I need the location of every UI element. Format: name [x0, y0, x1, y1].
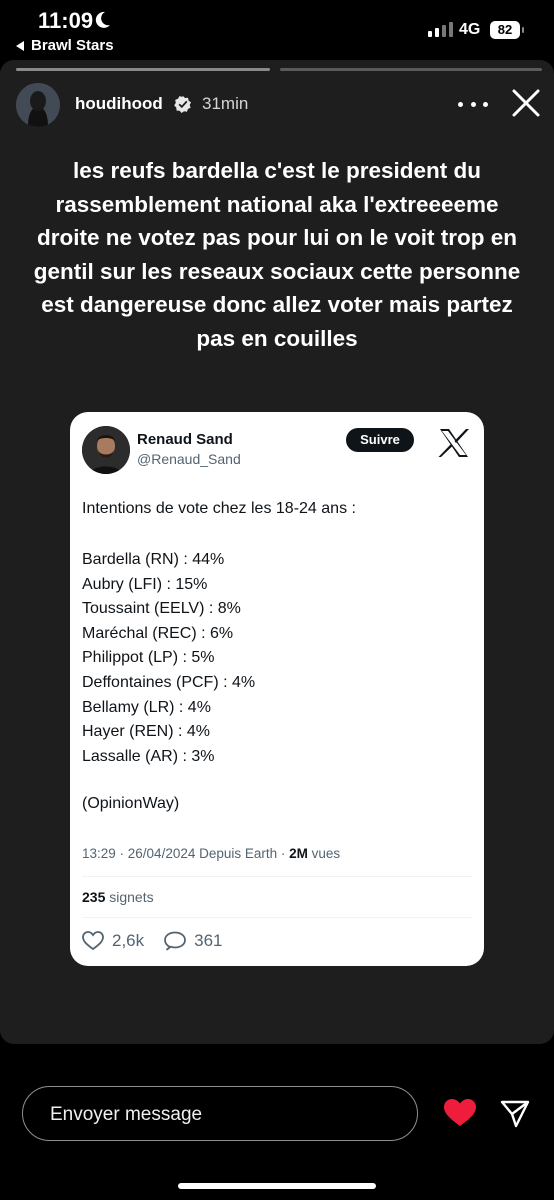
back-app-label: Brawl Stars	[31, 37, 114, 54]
story-username[interactable]: houdihood	[75, 94, 163, 114]
dot	[470, 101, 476, 107]
poll-result-item: Bardella (RN) : 44%	[82, 551, 225, 568]
divider	[82, 876, 472, 877]
message-input[interactable]: Envoyer message	[22, 1086, 418, 1141]
status-bar: 11:09 Brawl Stars 4G 82	[0, 0, 554, 60]
tweet-bookmarks: 235 signets	[82, 889, 154, 905]
bookmarks-count: 235	[82, 889, 106, 905]
tweet-card[interactable]: Renaud Sand @Renaud_Sand Suivre Intentio…	[70, 412, 484, 966]
like-stat: 2,6k	[82, 931, 144, 951]
tweet-meta: 13:29 · 26/04/2024 Depuis Earth · 2M vue…	[82, 846, 340, 861]
moon-icon	[94, 10, 112, 35]
send-button[interactable]	[500, 1100, 530, 1133]
tweet-date: 13:29 · 26/04/2024 Depuis Earth ·	[82, 846, 290, 861]
dot	[483, 101, 488, 107]
replies-count: 361	[194, 931, 223, 950]
tweet-author-name: Renaud Sand	[137, 431, 233, 448]
battery-icon: 82	[490, 21, 524, 39]
poll-result-item: Bellamy (LR) : 4%	[82, 698, 211, 716]
reply-bubble-icon	[164, 931, 187, 951]
close-icon	[512, 89, 540, 117]
heart-outline-icon	[82, 931, 104, 951]
tweet-author-handle: @Renaud_Sand	[137, 451, 241, 467]
story-author-avatar[interactable]	[16, 83, 60, 127]
like-story-button[interactable]	[443, 1098, 477, 1133]
clock: 11:09	[38, 8, 94, 33]
x-logo-icon	[438, 428, 470, 463]
home-indicator[interactable]	[178, 1183, 376, 1189]
poll-result-item: Lassalle (AR) : 3%	[82, 747, 215, 765]
bookmarks-label: signets	[105, 889, 154, 905]
tweet-actions: 2,6k 361	[82, 931, 223, 951]
likes-count: 2,6k	[112, 931, 145, 950]
story-progress-segment	[16, 68, 270, 71]
close-button[interactable]	[511, 88, 541, 123]
reply-stat: 361	[164, 931, 223, 951]
tweet-intro: Intentions de vote chez les 18-24 ans :	[82, 500, 356, 517]
story-timestamp: 31min	[202, 94, 249, 113]
heart-icon	[444, 1099, 476, 1126]
signal-icon	[428, 22, 453, 37]
story-progress-segment	[280, 68, 542, 71]
back-triangle-icon	[16, 40, 24, 51]
poll-result-item: Maréchal (REC) : 6%	[82, 624, 234, 642]
poll-result-item: Hayer (REN) : 4%	[82, 723, 211, 741]
send-icon	[500, 1100, 530, 1128]
poll-results-list: Bardella (RN) : 44% Aubry (LFI) : 15% To…	[82, 548, 255, 769]
more-options-button[interactable]	[458, 94, 488, 114]
verified-icon	[174, 95, 192, 118]
poll-result-item: Aubry (LFI) : 15%	[82, 575, 208, 593]
follow-button: Suivre	[346, 428, 414, 452]
dot	[458, 101, 463, 107]
poll-result-item: Philippot (LP) : 5%	[82, 649, 215, 667]
poll-result-item: Deffontaines (PCF) : 4%	[82, 673, 256, 691]
network-type: 4G	[459, 21, 481, 38]
views-count: 2M	[289, 846, 308, 861]
divider	[82, 917, 472, 918]
tweet-source: (OpinionWay)	[82, 795, 180, 812]
back-to-app-link[interactable]: Brawl Stars	[16, 37, 114, 54]
story-caption: les reufs bardella c'est le president du…	[33, 158, 521, 351]
poll-result-item: Toussaint (EELV) : 8%	[82, 600, 241, 618]
views-label: vues	[307, 846, 341, 861]
message-input-placeholder: Envoyer message	[50, 1104, 203, 1125]
tweet-author-avatar	[82, 426, 130, 474]
